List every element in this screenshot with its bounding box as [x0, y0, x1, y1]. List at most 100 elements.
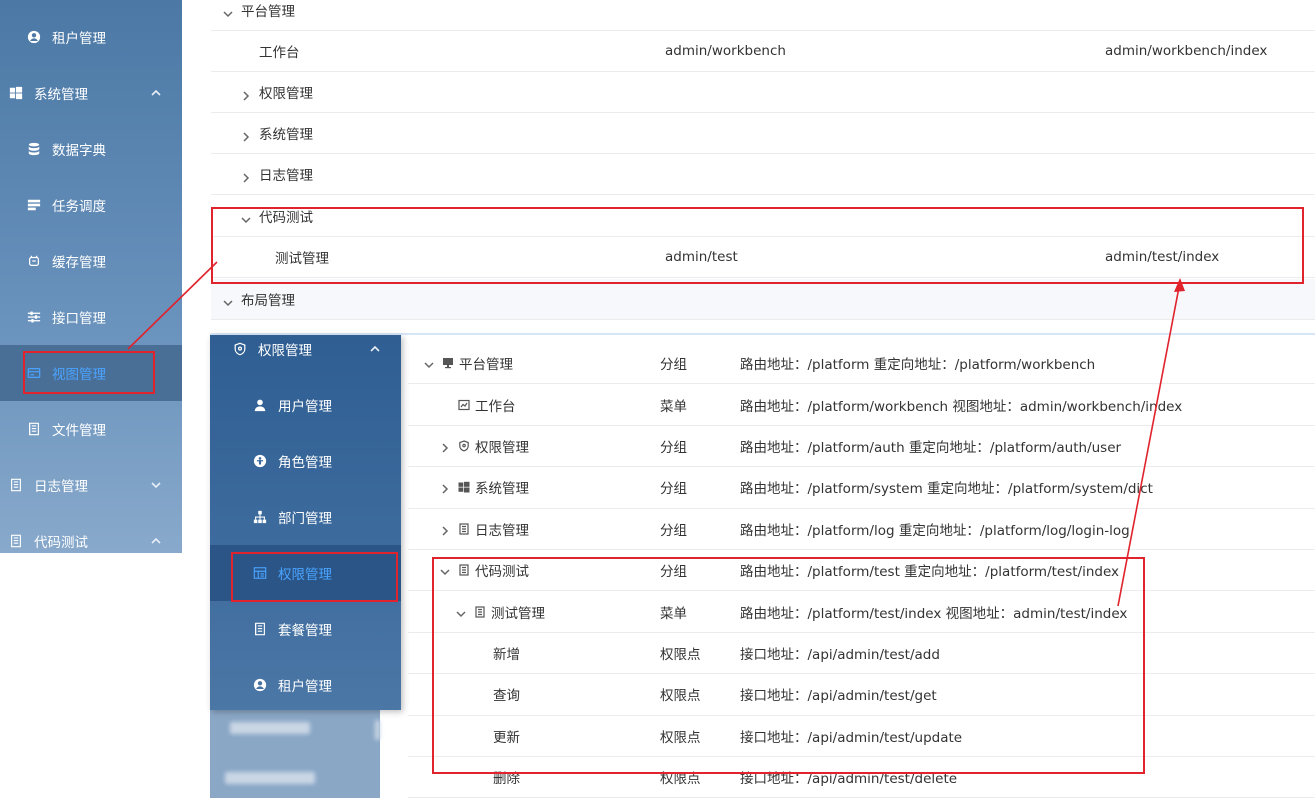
sidebar-item-tenants[interactable]: 租户管理: [210, 657, 401, 713]
chart-icon: [458, 399, 470, 411]
row-view: admin/test: [665, 249, 738, 265]
table-row[interactable]: 权限管理: [211, 72, 1315, 113]
sidebar-top: 租户管理 系统管理 数据字典 任务调度 缓存管理 接口管理 视图管理 文件管理 …: [0, 0, 182, 553]
row-type: 权限点: [660, 771, 701, 788]
windows-icon: [8, 85, 24, 101]
sidebar-item-label: 数据字典: [52, 143, 106, 159]
table-row[interactable]: 系统管理: [211, 113, 1315, 154]
row-name: 权限管理: [475, 439, 529, 456]
chevron-right-icon[interactable]: [440, 441, 450, 453]
row-name: 工作台: [475, 398, 516, 415]
sidebar-blurred-region: [210, 710, 380, 798]
file-icon: [26, 421, 42, 437]
sidebar-item-file[interactable]: 文件管理: [0, 401, 182, 457]
row-path: 接口地址：/api/admin/test/update: [740, 729, 963, 746]
package-icon: [252, 621, 268, 637]
monitor-icon: [442, 357, 454, 369]
user-icon: [252, 397, 268, 413]
cache-icon: [26, 253, 42, 269]
sidebar-item-dict[interactable]: 数据字典: [0, 121, 182, 177]
sidebar-item-label: 部门管理: [278, 511, 332, 527]
sidebar-item-cache[interactable]: 缓存管理: [0, 233, 182, 289]
table-row[interactable]: 新增 权限点 接口地址：/api/admin/test/add: [408, 633, 1315, 675]
shield-icon: [232, 341, 248, 357]
row-path: 接口地址：/api/admin/test/delete: [740, 771, 958, 788]
view-icon: [26, 365, 42, 381]
sidebar-item-label: 任务调度: [52, 199, 106, 215]
user-circle-icon: [26, 29, 42, 45]
table-row[interactable]: 布局管理: [211, 279, 1315, 320]
sidebar-item-label: 日志管理: [34, 479, 88, 495]
chevron-right-icon[interactable]: [440, 482, 450, 494]
sidebar-item-label: 文件管理: [52, 423, 106, 439]
table-row[interactable]: 查询 权限点 接口地址：/api/admin/test/get: [408, 674, 1315, 716]
sidebar-item-packages[interactable]: 套餐管理: [210, 601, 401, 657]
sidebar-bottom: 权限管理 用户管理 角色管理 部门管理 权限管理 套餐管理 租户管理: [210, 335, 401, 710]
row-name: 系统管理: [259, 127, 313, 143]
sidebar-item-label: 角色管理: [278, 455, 332, 471]
table-row[interactable]: 测试管理 admin/test admin/test/index: [211, 237, 1315, 278]
database-icon: [26, 141, 42, 157]
chevron-down-icon: [150, 479, 162, 491]
sidebar-item-system[interactable]: 系统管理: [0, 65, 182, 121]
chevron-down-icon[interactable]: [241, 213, 251, 224]
table-row[interactable]: 工作台 admin/workbench admin/workbench/inde…: [211, 31, 1315, 72]
sidebar-item-label: 租户管理: [52, 31, 106, 47]
table-row[interactable]: 日志管理: [211, 154, 1315, 195]
row-name: 新增: [493, 646, 520, 663]
sidebar-item-tenant[interactable]: 租户管理: [0, 9, 182, 65]
table-row[interactable]: 测试管理 菜单 路由地址：/platform/test/index 视图地址：a…: [408, 591, 1315, 633]
chevron-down-icon[interactable]: [223, 7, 233, 18]
row-path: 路由地址：/platform/test/index 视图地址：admin/tes…: [740, 605, 1128, 622]
table-row[interactable]: 平台管理: [211, 0, 1315, 31]
sidebar-item-label: 视图管理: [52, 367, 106, 383]
sidebar-item-label: 系统管理: [34, 87, 88, 103]
sidebar-item-roles[interactable]: 角色管理: [210, 433, 401, 489]
chevron-down-icon[interactable]: [424, 358, 434, 369]
row-path: 路由地址：/platform/test 重定向地址：/platform/test…: [740, 564, 1120, 581]
row-type: 分组: [660, 357, 687, 374]
row-component: admin/test/index: [1105, 249, 1220, 265]
schedule-icon: [26, 197, 42, 213]
chevron-down-icon[interactable]: [223, 296, 233, 307]
sidebar-item-label: 权限管理: [258, 343, 312, 359]
table-row[interactable]: 日志管理 分组 路由地址：/platform/log 重定向地址：/platfo…: [408, 509, 1315, 550]
table-row[interactable]: 更新 权限点 接口地址：/api/admin/test/update: [408, 716, 1315, 757]
sidebar-item-view[interactable]: 视图管理: [0, 345, 182, 401]
chevron-right-icon[interactable]: [440, 524, 450, 536]
chevron-right-icon[interactable]: [241, 171, 251, 183]
row-path: 路由地址：/platform 重定向地址：/platform/workbench: [740, 357, 1096, 374]
row-type: 权限点: [660, 729, 701, 746]
table-row[interactable]: 代码测试 分组 路由地址：/platform/test 重定向地址：/platf…: [408, 550, 1315, 592]
log-icon: [458, 523, 470, 535]
role-icon: [252, 453, 268, 469]
row-view: admin/workbench: [665, 43, 786, 59]
row-path: 路由地址：/platform/log 重定向地址：/platform/log/l…: [740, 522, 1130, 539]
table-row[interactable]: 权限管理 分组 路由地址：/platform/auth 重定向地址：/platf…: [408, 426, 1315, 468]
sidebar-item-api[interactable]: 接口管理: [0, 289, 182, 345]
row-component: admin/workbench/index: [1105, 43, 1268, 59]
sidebar-item-label: 接口管理: [52, 311, 106, 327]
sidebar-item-permission-group[interactable]: 权限管理: [210, 321, 401, 377]
sidebar-item-schedule[interactable]: 任务调度: [0, 177, 182, 233]
sidebar-item-code-test[interactable]: 代码测试: [0, 513, 182, 553]
table-row[interactable]: 代码测试: [211, 196, 1315, 237]
table-row[interactable]: 平台管理 分组 路由地址：/platform 重定向地址：/platform/w…: [408, 343, 1315, 385]
sidebar-item-departments[interactable]: 部门管理: [210, 489, 401, 545]
sidebar-item-permissions[interactable]: 权限管理: [210, 545, 401, 601]
chevron-right-icon[interactable]: [241, 89, 251, 101]
chevron-right-icon[interactable]: [241, 130, 251, 142]
row-name: 更新: [493, 729, 520, 746]
chevron-up-icon: [369, 343, 381, 355]
sidebar-item-users[interactable]: 用户管理: [210, 377, 401, 433]
chevron-down-icon[interactable]: [456, 607, 466, 617]
table-row[interactable]: 系统管理 分组 路由地址：/platform/system 重定向地址：/pla…: [408, 467, 1315, 509]
sidebar-item-log[interactable]: 日志管理: [0, 457, 182, 513]
table-row[interactable]: 删除 权限点 接口地址：/api/admin/test/delete: [408, 757, 1315, 798]
row-name: 工作台: [259, 45, 300, 61]
user-circle-icon: [252, 677, 268, 693]
table-row[interactable]: 工作台 菜单 路由地址：/platform/workbench 视图地址：adm…: [408, 384, 1315, 426]
sidebar-item-label: 缓存管理: [52, 255, 106, 271]
row-type: 权限点: [660, 688, 701, 705]
chevron-down-icon[interactable]: [440, 565, 450, 576]
